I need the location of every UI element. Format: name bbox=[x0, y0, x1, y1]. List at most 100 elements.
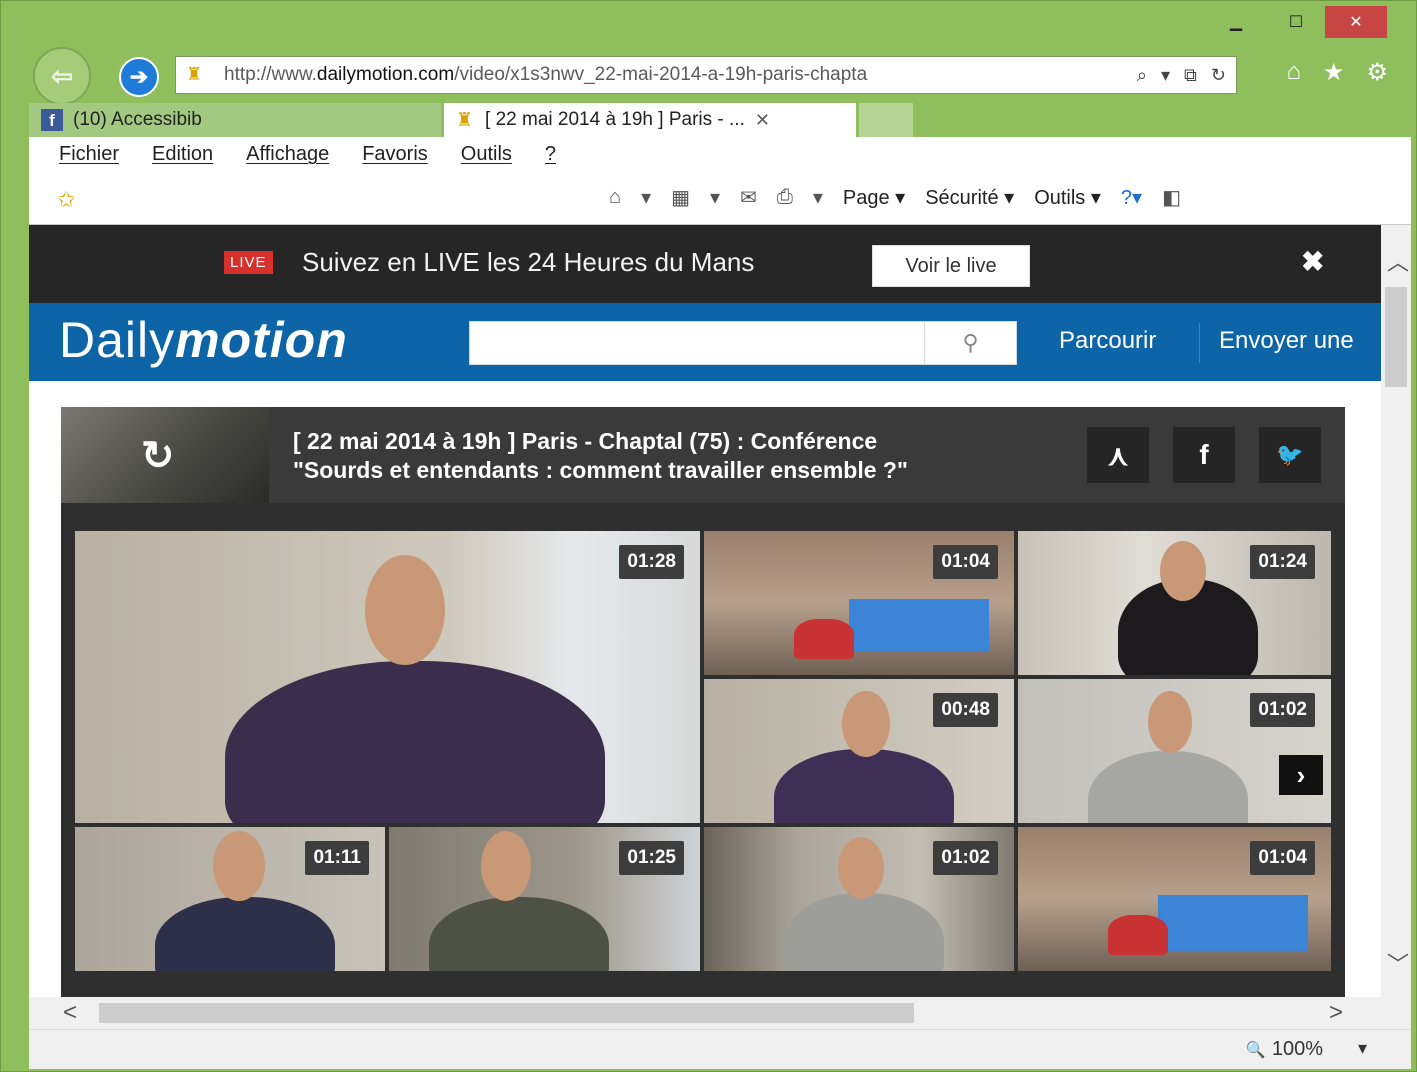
person-figure bbox=[155, 897, 335, 971]
favorites-icon[interactable]: ★ bbox=[1323, 58, 1345, 87]
video-duration: 01:11 bbox=[305, 841, 369, 875]
live-banner: LIVE Suivez en LIVE les 24 Heures du Man… bbox=[29, 225, 1381, 303]
home-icon[interactable]: ⌂ bbox=[1286, 58, 1301, 87]
person-figure bbox=[774, 749, 954, 823]
page-viewport: LIVE Suivez en LIVE les 24 Heures du Man… bbox=[29, 225, 1381, 997]
watch-live-button[interactable]: Voir le live bbox=[872, 245, 1030, 287]
menu-edition[interactable]: Edition bbox=[152, 143, 213, 166]
logo-plain: Daily bbox=[59, 312, 176, 368]
zoom-dropdown-icon[interactable]: ▾ bbox=[1358, 1038, 1367, 1059]
tab-label: (10) Accessibib bbox=[73, 109, 202, 130]
video-thumbnail[interactable]: 01:04 bbox=[704, 531, 1014, 675]
search-icon[interactable]: ⌕ bbox=[1137, 65, 1147, 86]
video-duration: 01:02 bbox=[1250, 693, 1315, 727]
horizontal-scroll-thumb[interactable] bbox=[99, 1003, 914, 1023]
print-icon[interactable]: ⎙ bbox=[777, 186, 793, 209]
video-thumbnail[interactable]: 00:48 bbox=[704, 679, 1014, 823]
dailymotion-logo[interactable]: Dailymotion bbox=[59, 311, 348, 369]
upload-link[interactable]: Envoyer une bbox=[1219, 327, 1354, 355]
menu-outils[interactable]: Outils bbox=[461, 143, 512, 166]
browse-link[interactable]: Parcourir bbox=[1059, 327, 1156, 355]
compatibility-icon[interactable]: ⧉ bbox=[1184, 65, 1197, 86]
vertical-scroll-thumb[interactable] bbox=[1385, 287, 1407, 387]
settings-gear-icon[interactable]: ⚙ bbox=[1366, 58, 1388, 87]
video-title: [ 22 mai 2014 à 19h ] Paris - Chaptal (7… bbox=[293, 427, 1083, 485]
scroll-right-icon[interactable]: > bbox=[1329, 999, 1343, 1027]
research-icon[interactable]: ◧ bbox=[1162, 185, 1181, 210]
video-duration: 01:04 bbox=[1250, 841, 1315, 875]
video-thumbnail[interactable]: 01:02 › bbox=[1018, 679, 1331, 823]
video-thumbnail[interactable]: 01:04 bbox=[1018, 827, 1331, 971]
person-figure bbox=[784, 893, 944, 971]
person-head bbox=[1148, 691, 1192, 753]
replay-icon[interactable]: ↻ bbox=[141, 433, 175, 479]
video-duration: 01:02 bbox=[933, 841, 998, 875]
facebook-share-button[interactable]: f bbox=[1173, 427, 1235, 483]
horizontal-scrollbar[interactable]: < > bbox=[29, 997, 1411, 1029]
feeds-icon[interactable]: ▦ bbox=[671, 185, 690, 210]
twitter-share-button[interactable]: 🐦 bbox=[1259, 427, 1321, 483]
url-path: /video/x1s3nwv_22-mai-2014-a-19h-paris-c… bbox=[454, 64, 868, 85]
slide-panel bbox=[1158, 895, 1308, 951]
forward-button[interactable]: ➔ bbox=[119, 57, 159, 97]
site-header: Dailymotion ⚲ Parcourir Envoyer une bbox=[29, 303, 1381, 381]
minimize-button[interactable]: ▁ bbox=[1213, 6, 1259, 38]
search-icon[interactable]: ⚲ bbox=[924, 322, 1016, 364]
tab-dailymotion[interactable]: ♜ [ 22 mai 2014 à 19h ] Paris - ... ✕ bbox=[444, 103, 856, 137]
back-button[interactable]: ⇦ bbox=[33, 47, 91, 105]
zoom-control[interactable]: 🔍 100% bbox=[1246, 1038, 1323, 1061]
video-thumbnail[interactable]: 01:24 bbox=[1018, 531, 1331, 675]
dropdown-icon[interactable]: ▾ bbox=[641, 185, 651, 210]
add-favorites-star-icon[interactable]: ✩ bbox=[57, 187, 75, 213]
menu-fichier[interactable]: Fichier bbox=[59, 143, 119, 166]
scroll-up-icon[interactable]: ︿ bbox=[1387, 245, 1409, 277]
tab-close-icon[interactable]: ✕ bbox=[755, 110, 770, 131]
tab-label: [ 22 mai 2014 à 19h ] Paris - ... bbox=[485, 109, 745, 130]
person-figure bbox=[1088, 751, 1248, 823]
person-head bbox=[838, 837, 884, 899]
address-url[interactable]: http://www.dailymotion.com/video/x1s3nwv… bbox=[224, 64, 1137, 86]
mail-icon[interactable]: ✉ bbox=[740, 185, 757, 210]
dropdown-icon[interactable]: ▾ bbox=[1161, 65, 1170, 86]
site-search-input[interactable]: ⚲ bbox=[469, 321, 1017, 365]
tools-menu[interactable]: Outils ▾ bbox=[1034, 185, 1101, 210]
related-videos-grid: 01:28 01:04 01:24 00:48 01:02 › 01:11 01… bbox=[75, 531, 1331, 971]
refresh-icon[interactable]: ↻ bbox=[1211, 65, 1226, 86]
vertical-scrollbar[interactable]: ︿ ﹀ bbox=[1381, 225, 1411, 997]
address-bar[interactable]: ♜ http://www.dailymotion.com/video/x1s3n… bbox=[175, 56, 1237, 94]
home-icon[interactable]: ⌂ bbox=[609, 186, 621, 209]
person-head bbox=[365, 555, 445, 665]
menu-help[interactable]: ? bbox=[545, 143, 556, 166]
tab-accessibib[interactable]: f (10) Accessibib bbox=[29, 103, 441, 137]
security-menu[interactable]: Sécurité ▾ bbox=[925, 185, 1014, 210]
scroll-down-icon[interactable]: ﹀ bbox=[1387, 947, 1409, 979]
menu-favoris[interactable]: Favoris bbox=[362, 143, 428, 166]
share-button[interactable]: ⋏ bbox=[1087, 427, 1149, 483]
close-button[interactable]: ✕ bbox=[1325, 6, 1387, 38]
dropdown-icon[interactable]: ▾ bbox=[813, 185, 823, 210]
help-icon[interactable]: ?▾ bbox=[1121, 185, 1142, 210]
site-icon: ♜ bbox=[186, 64, 203, 84]
video-thumbnail[interactable]: 01:11 bbox=[75, 827, 385, 971]
video-thumbnail[interactable]: 01:02 bbox=[704, 827, 1014, 971]
video-thumbnail[interactable]: 01:28 bbox=[75, 531, 700, 823]
menu-affichage[interactable]: Affichage bbox=[246, 143, 329, 166]
menu-bar: Fichier Edition Affichage Favoris Outils… bbox=[59, 143, 556, 166]
person-head bbox=[842, 691, 890, 757]
red-chair bbox=[1108, 915, 1168, 955]
person-head bbox=[481, 831, 531, 901]
browser-toolbar-icons: ⌂ ★ ⚙ bbox=[1286, 58, 1388, 87]
maximize-button[interactable]: ☐ bbox=[1273, 6, 1319, 38]
video-duration: 01:24 bbox=[1250, 545, 1315, 579]
page-menu[interactable]: Page ▾ bbox=[843, 185, 905, 210]
video-thumbnail[interactable]: 01:25 bbox=[389, 827, 700, 971]
status-bar: 🔍 100% ▾ bbox=[29, 1029, 1411, 1069]
slide-panel bbox=[849, 599, 989, 651]
next-arrow-button[interactable]: › bbox=[1279, 755, 1323, 795]
new-tab-button[interactable] bbox=[859, 103, 913, 137]
close-banner-icon[interactable]: ✖ bbox=[1301, 245, 1324, 278]
zoom-level: 100% bbox=[1271, 1038, 1323, 1060]
scroll-left-icon[interactable]: < bbox=[63, 999, 77, 1027]
dropdown-icon[interactable]: ▾ bbox=[710, 185, 720, 210]
current-video-thumbnail[interactable]: ↻ bbox=[61, 407, 269, 503]
